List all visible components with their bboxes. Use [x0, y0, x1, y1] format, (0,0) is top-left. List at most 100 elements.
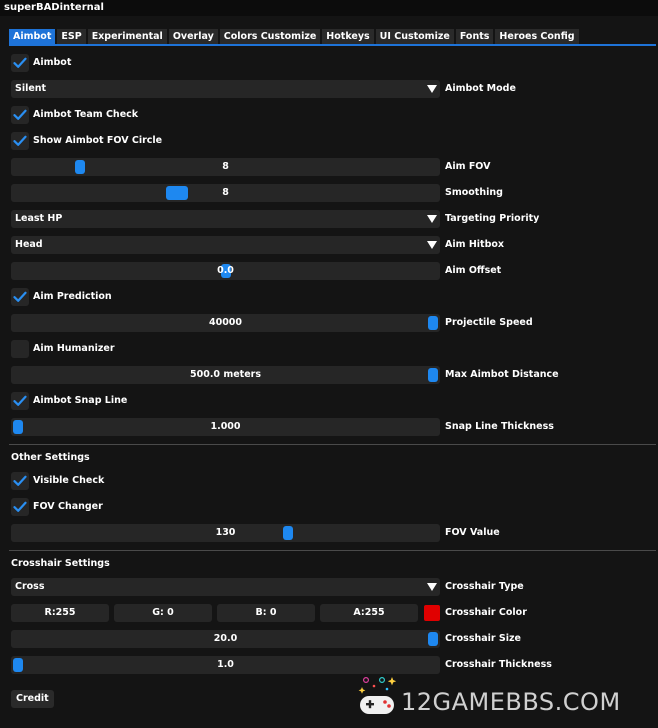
color-a-field[interactable]: A:255	[320, 604, 418, 622]
aim-fov-slider[interactable]: 8	[11, 158, 440, 176]
projectile-speed-value: 40000	[208, 317, 243, 328]
aim-humanizer-row: Aim Humanizer	[0, 340, 658, 358]
color-b-field[interactable]: B: 0	[217, 604, 315, 622]
watermark: 12GAMEBBS.COM	[356, 676, 646, 722]
checkmark-icon	[13, 291, 27, 302]
targeting-priority-label: Targeting Priority	[445, 213, 540, 224]
tab-heroes-config[interactable]: Heroes Config	[495, 29, 579, 44]
aim-hitbox-combo[interactable]: Head	[11, 236, 440, 254]
crosshair-color-row: R:255 G: 0 B: 0 A:255 Crosshair Color	[0, 604, 658, 622]
credit-button[interactable]: Credit	[11, 690, 54, 708]
aim-offset-value: 0.0	[217, 265, 234, 276]
projectile-speed-row: 40000 Projectile Speed	[0, 314, 658, 332]
projectile-speed-slider[interactable]: 40000	[11, 314, 440, 332]
aim-prediction-checkbox[interactable]	[11, 288, 29, 306]
aim-humanizer-checkbox[interactable]	[11, 340, 29, 358]
chevron-down-icon	[427, 215, 437, 223]
max-distance-slider[interactable]: 500.0 meters	[11, 366, 440, 384]
snap-line-checkbox[interactable]	[11, 392, 29, 410]
snap-thickness-value: 1.000	[210, 421, 241, 432]
chevron-down-icon	[427, 241, 437, 249]
visible-check-row: Visible Check	[0, 472, 658, 490]
fov-changer-row: FOV Changer	[0, 498, 658, 516]
fov-circle-row: Show Aimbot FOV Circle	[0, 132, 658, 150]
crosshair-thickness-row: 1.0 Crosshair Thickness	[0, 656, 658, 674]
aimbot-mode-label: Aimbot Mode	[445, 83, 516, 94]
aim-prediction-label: Aim Prediction	[33, 291, 112, 302]
aim-humanizer-label: Aim Humanizer	[33, 343, 115, 354]
fov-circle-checkbox[interactable]	[11, 132, 29, 150]
projectile-speed-label: Projectile Speed	[445, 317, 533, 328]
tab-esp[interactable]: ESP	[57, 29, 86, 44]
aim-offset-slider[interactable]: 0.0	[11, 262, 440, 280]
separator	[9, 550, 656, 551]
tab-fonts[interactable]: Fonts	[455, 29, 494, 44]
aim-hitbox-label: Aim Hitbox	[445, 239, 505, 250]
max-distance-row: 500.0 meters Max Aimbot Distance	[0, 366, 658, 384]
aim-fov-row: 8 Aim FOV	[0, 158, 658, 176]
aim-prediction-row: Aim Prediction	[0, 288, 658, 306]
fov-circle-label: Show Aimbot FOV Circle	[33, 135, 163, 146]
max-distance-label: Max Aimbot Distance	[445, 369, 559, 380]
checkmark-icon	[13, 501, 27, 512]
crosshair-thickness-label: Crosshair Thickness	[445, 659, 552, 670]
watermark-text: 12GAMEBBS.COM	[401, 688, 621, 716]
main-window: superBADinternal Aimbot ESP Experimental…	[0, 0, 658, 728]
tab-ui-customize[interactable]: UI Customize	[375, 29, 454, 44]
crosshair-type-value: Cross	[15, 581, 45, 592]
visible-check-checkbox[interactable]	[11, 472, 29, 490]
tab-colors-customize[interactable]: Colors Customize	[219, 29, 321, 44]
crosshair-size-value: 20.0	[213, 633, 238, 644]
tab-hotkeys[interactable]: Hotkeys	[322, 29, 374, 44]
tab-underline	[9, 44, 656, 46]
aimbot-row: Aimbot	[0, 54, 658, 72]
color-g-field[interactable]: G: 0	[114, 604, 212, 622]
crosshair-type-combo[interactable]: Cross	[11, 578, 440, 596]
tab-aimbot[interactable]: Aimbot	[9, 29, 56, 44]
aimbot-label: Aimbot	[33, 57, 72, 68]
smoothing-row: 8 Smoothing	[0, 184, 658, 202]
snap-thickness-slider[interactable]: 1.000	[11, 418, 440, 436]
snap-line-row: Aimbot Snap Line	[0, 392, 658, 410]
crosshair-thickness-value: 1.0	[217, 659, 234, 670]
crosshair-color-swatch[interactable]	[424, 605, 440, 621]
crosshair-size-label: Crosshair Size	[445, 633, 521, 644]
targeting-priority-combo[interactable]: Least HP	[11, 210, 440, 228]
aim-offset-label: Aim Offset	[445, 265, 502, 276]
snap-line-label: Aimbot Snap Line	[33, 395, 128, 406]
smoothing-label: Smoothing	[445, 187, 503, 198]
tab-overlay[interactable]: Overlay	[168, 29, 218, 44]
fov-value-label: FOV Value	[445, 527, 500, 538]
team-check-checkbox[interactable]	[11, 106, 29, 124]
smoothing-slider[interactable]: 8	[11, 184, 440, 202]
separator	[9, 444, 656, 445]
tab-experimental[interactable]: Experimental	[87, 29, 167, 44]
crosshair-thickness-slider[interactable]: 1.0	[11, 656, 440, 674]
team-check-row: Aimbot Team Check	[0, 106, 658, 124]
aimbot-mode-value: Silent	[15, 83, 47, 94]
targeting-priority-row: Least HP Targeting Priority	[0, 210, 658, 228]
checkmark-icon	[13, 475, 27, 486]
fov-changer-checkbox[interactable]	[11, 498, 29, 516]
window-title: superBADinternal	[0, 0, 658, 16]
aim-hitbox-row: Head Aim Hitbox	[0, 236, 658, 254]
crosshair-size-slider[interactable]: 20.0	[11, 630, 440, 648]
crosshair-type-label: Crosshair Type	[445, 581, 524, 592]
fov-changer-label: FOV Changer	[33, 501, 103, 512]
aim-offset-row: 0.0 Aim Offset	[0, 262, 658, 280]
fov-value-slider[interactable]: 130	[11, 524, 440, 542]
crosshair-settings-title: Crosshair Settings	[11, 558, 110, 569]
other-settings-title: Other Settings	[11, 452, 90, 463]
aim-fov-label: Aim FOV	[445, 161, 491, 172]
tab-bar: Aimbot ESP Experimental Overlay Colors C…	[9, 29, 579, 44]
max-distance-value: 500.0 meters	[189, 369, 262, 380]
crosshair-type-row: Cross Crosshair Type	[0, 578, 658, 596]
aim-hitbox-value: Head	[15, 239, 43, 250]
aimbot-checkbox[interactable]	[11, 54, 29, 72]
aim-fov-value: 8	[222, 161, 229, 172]
aimbot-mode-combo[interactable]: Silent	[11, 80, 440, 98]
color-r-field[interactable]: R:255	[11, 604, 109, 622]
fov-value-row: 130 FOV Value	[0, 524, 658, 542]
crosshair-color-label: Crosshair Color	[445, 607, 527, 618]
team-check-label: Aimbot Team Check	[33, 109, 139, 120]
